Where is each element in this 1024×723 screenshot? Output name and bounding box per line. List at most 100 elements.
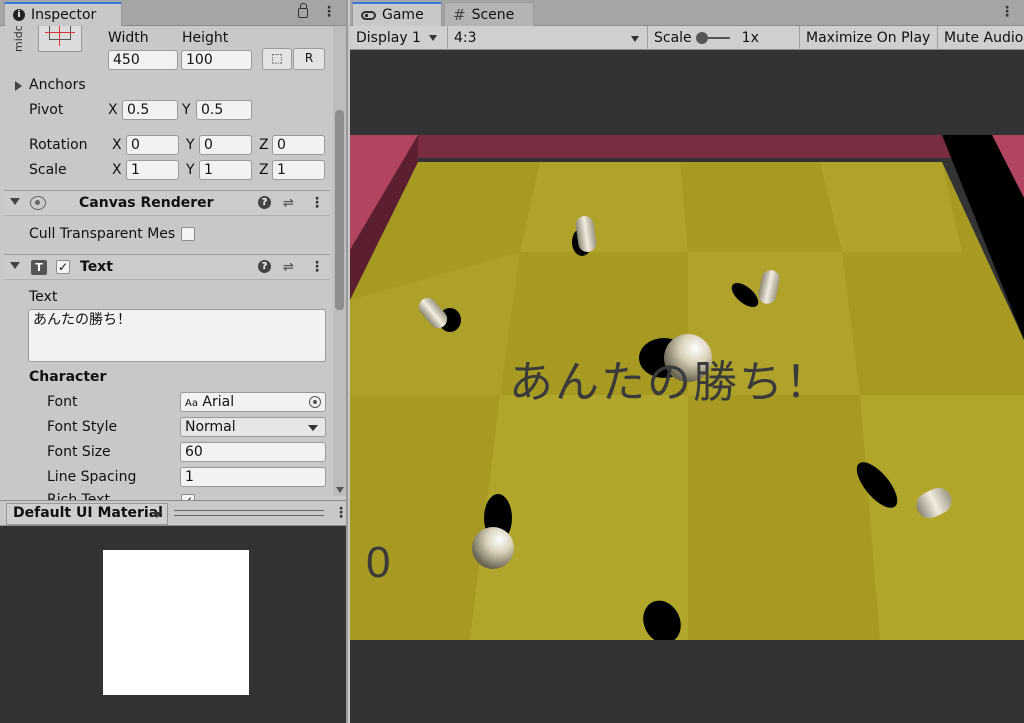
anchor-preset-widget[interactable]: midc xyxy=(12,26,86,54)
text-component-title: Text xyxy=(80,259,113,275)
kebab-menu-icon[interactable]: ⋮ xyxy=(322,5,336,19)
game-viewport[interactable]: あんたの勝ち！ 0 xyxy=(350,50,1024,723)
anchor-preset-icon xyxy=(38,26,82,52)
rotation-label: Rotation xyxy=(29,137,88,153)
collapse-triangle-icon[interactable] xyxy=(10,262,20,269)
tab-scene[interactable]: # Scene xyxy=(444,2,534,26)
text-enabled-checkbox[interactable]: ✓ xyxy=(56,260,70,274)
grid-icon: # xyxy=(453,5,466,24)
pivot-y-axis: Y xyxy=(182,102,191,118)
chevron-down-icon xyxy=(428,35,437,41)
tab-game[interactable]: Game xyxy=(352,2,442,26)
game-panel-menu-icon[interactable]: ⋮ xyxy=(1000,4,1014,20)
scale-z-axis: Z xyxy=(259,162,269,178)
game-view-panel: Game # Scene ⋮ Display 1 4:3 Scale 1x Ma… xyxy=(350,0,1024,723)
anchors-expand-icon[interactable] xyxy=(15,81,22,91)
line-spacing-label: Line Spacing xyxy=(47,469,137,485)
height-label: Height xyxy=(182,30,229,46)
back-wall xyxy=(350,135,1024,158)
raw-edit-button[interactable]: R xyxy=(293,48,325,70)
scale-slider[interactable] xyxy=(695,32,730,44)
material-preview-header: Default UI Material ⋮ xyxy=(0,500,348,526)
tab-inspector[interactable]: i Inspector xyxy=(4,2,122,26)
component-menu-icon[interactable]: ⋮ xyxy=(310,259,324,275)
pivot-label: Pivot xyxy=(29,102,64,118)
aspect-dropdown[interactable]: 4:3 xyxy=(448,26,648,50)
score-display: 0 xyxy=(366,538,391,587)
font-field[interactable]: Aa Arial xyxy=(180,392,326,412)
maximize-on-play-toggle[interactable]: Maximize On Play xyxy=(800,26,938,50)
aspect-value: 4:3 xyxy=(454,30,477,46)
font-style-label: Font Style xyxy=(47,419,118,435)
material-preview-swatch xyxy=(103,550,249,695)
material-title: Default UI Material xyxy=(13,505,163,521)
width-field[interactable]: 450 xyxy=(108,50,178,70)
scale-label: Scale xyxy=(29,162,67,178)
help-icon[interactable]: ? xyxy=(258,196,271,209)
tab-scene-label: Scene xyxy=(471,6,515,23)
display-dropdown[interactable]: Display 1 xyxy=(350,26,448,50)
mute-audio-toggle[interactable]: Mute Audio xyxy=(938,26,1024,50)
rotation-z-field[interactable]: 0 xyxy=(272,135,325,155)
presets-icon[interactable]: ⇌ xyxy=(283,260,294,275)
scrollbar-thumb[interactable] xyxy=(335,110,344,310)
chevron-down-icon xyxy=(631,36,639,42)
rotation-x-axis: X xyxy=(112,137,122,153)
blueprint-mode-button[interactable]: ⬚ xyxy=(262,48,292,70)
presets-icon[interactable]: ⇌ xyxy=(283,196,294,211)
object-picker-icon[interactable] xyxy=(309,396,321,408)
scale-slider-knob[interactable] xyxy=(695,32,708,44)
font-asset-icon: Aa xyxy=(185,398,198,409)
line-spacing-field[interactable]: 1 xyxy=(180,467,326,487)
font-size-label: Font Size xyxy=(47,444,111,460)
text-component-header[interactable]: T ✓ Text ? ⇌ ⋮ xyxy=(4,254,330,280)
rotation-z-axis: Z xyxy=(259,137,269,153)
cull-transparent-checkbox[interactable] xyxy=(181,227,195,241)
scale-y-axis: Y xyxy=(186,162,195,178)
inspector-scrollbar[interactable] xyxy=(333,26,346,496)
pivot-y-field[interactable]: 0.5 xyxy=(196,100,252,120)
scale-y-field[interactable]: 1 xyxy=(199,160,252,180)
floor-tile xyxy=(860,395,1024,640)
rotation-y-axis: Y xyxy=(186,137,195,153)
font-value: Arial xyxy=(202,394,235,410)
help-icon[interactable]: ? xyxy=(258,260,271,273)
chevron-down-icon xyxy=(308,425,318,431)
pivot-x-axis: X xyxy=(108,102,118,118)
floor-tile xyxy=(520,162,688,252)
scale-x-field[interactable]: 1 xyxy=(126,160,179,180)
font-size-field[interactable]: 60 xyxy=(180,442,326,462)
tab-game-label: Game xyxy=(382,7,424,23)
anchors-label[interactable]: Anchors xyxy=(29,77,86,93)
text-area[interactable]: あんたの勝ち！ xyxy=(28,309,326,362)
pivot-x-field[interactable]: 0.5 xyxy=(122,100,178,120)
gamepad-icon xyxy=(361,10,376,20)
material-dropdown[interactable]: Default UI Material xyxy=(6,503,168,525)
text-component-icon: T xyxy=(31,260,47,275)
lock-icon[interactable] xyxy=(298,3,308,18)
collapse-triangle-icon[interactable] xyxy=(10,198,20,205)
preview-menu-icon[interactable]: ⋮ xyxy=(334,505,348,521)
component-menu-icon[interactable]: ⋮ xyxy=(310,195,324,211)
scroll-down-arrow-icon[interactable] xyxy=(336,487,344,493)
height-field[interactable]: 100 xyxy=(181,50,252,70)
preview-resize-handle[interactable] xyxy=(174,510,324,516)
chevron-down-icon xyxy=(152,512,162,518)
text-label: Text xyxy=(29,289,58,305)
scale-z-field[interactable]: 1 xyxy=(272,160,325,180)
floor-tile xyxy=(820,162,962,252)
character-label: Character xyxy=(29,369,107,385)
canvas-renderer-header[interactable]: Canvas Renderer ? ⇌ ⋮ xyxy=(4,190,330,216)
rotation-x-field[interactable]: 0 xyxy=(126,135,179,155)
canvas-renderer-icon xyxy=(30,196,46,210)
ball xyxy=(472,527,514,569)
scale-value: 1x xyxy=(741,30,759,46)
game-tabbar: Game # Scene ⋮ xyxy=(350,0,1024,26)
canvas-renderer-title: Canvas Renderer xyxy=(79,195,214,211)
rotation-y-field[interactable]: 0 xyxy=(199,135,252,155)
scale-x-axis: X xyxy=(112,162,122,178)
game-toolbar: Display 1 4:3 Scale 1x Maximize On Play … xyxy=(350,26,1024,50)
font-label: Font xyxy=(47,394,78,410)
material-preview-area xyxy=(0,526,346,723)
font-style-dropdown[interactable]: Normal xyxy=(180,417,326,437)
